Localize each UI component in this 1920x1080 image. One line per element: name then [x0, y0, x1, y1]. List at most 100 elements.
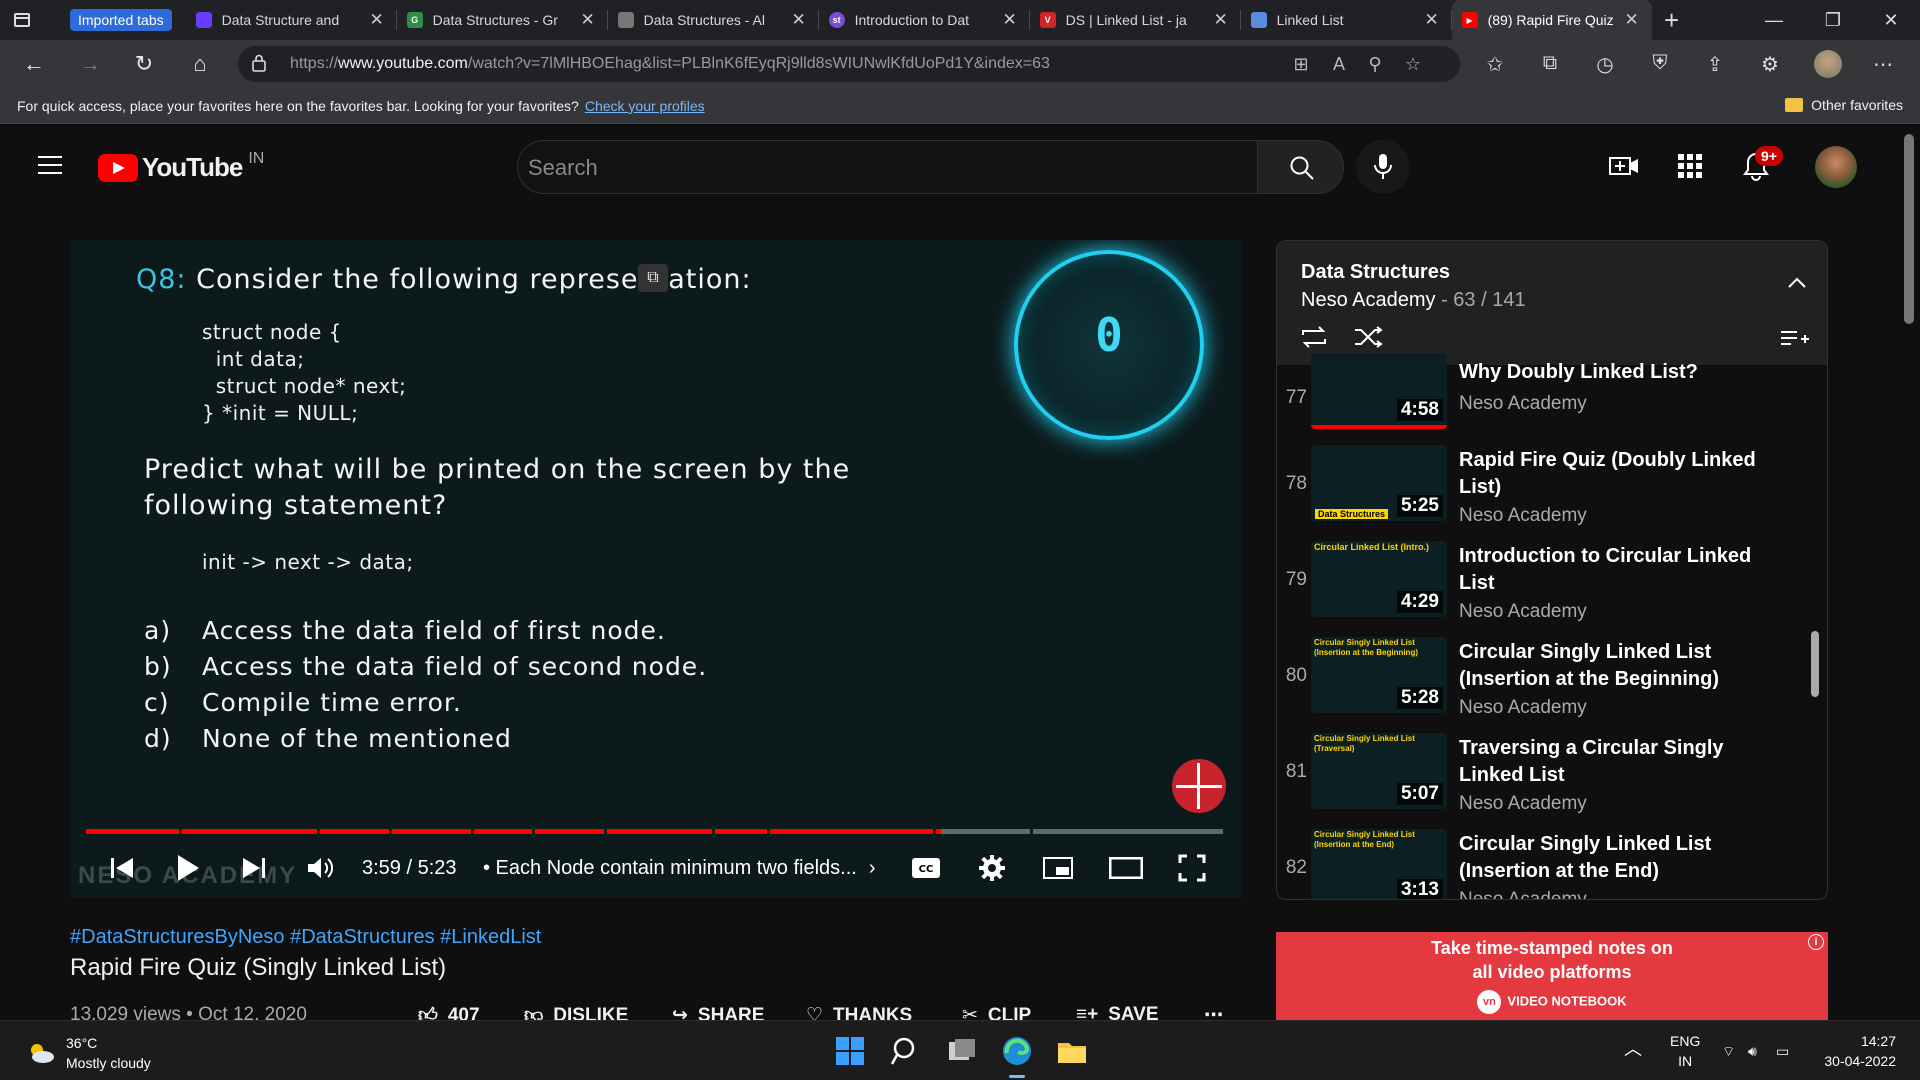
close-tab-icon[interactable]: ✕: [1000, 10, 1020, 30]
page-scrollbar[interactable]: [1904, 134, 1914, 324]
tab-actions-icon[interactable]: [0, 0, 44, 40]
progress-chapter-segment[interactable]: [607, 829, 712, 834]
playlist-item[interactable]: 82 Circular Singly Linked List (Insertio…: [1277, 829, 1827, 899]
taskbar-search-icon[interactable]: [890, 1035, 922, 1067]
clock[interactable]: 14:27 30-04-2022: [1818, 1031, 1896, 1071]
url-text[interactable]: https://www.youtube.com/watch?v=7lMlHBOE…: [290, 55, 1050, 73]
close-tab-icon[interactable]: ✕: [367, 10, 387, 30]
progress-chapter-segment[interactable]: [535, 829, 604, 834]
chapter-title[interactable]: • Each Node contain minimum two fields..…: [483, 852, 876, 884]
tab-group-label[interactable]: Imported tabs: [70, 9, 172, 31]
home-button[interactable]: ⌂: [184, 48, 216, 80]
close-tab-icon[interactable]: ✕: [1211, 10, 1231, 30]
search-input[interactable]: [518, 141, 1257, 195]
close-tab-icon[interactable]: ✕: [578, 10, 598, 30]
ad-banner[interactable]: Take time-stamped notes on all video pla…: [1276, 932, 1828, 1020]
browser-tab[interactable]: Linked List ✕: [1241, 0, 1452, 40]
ad-info-icon[interactable]: i: [1808, 934, 1824, 950]
save-playlist-icon[interactable]: [1779, 329, 1809, 349]
progress-chapter-segment[interactable]: [392, 829, 471, 834]
progress-chapter-segment[interactable]: [320, 829, 389, 834]
language-indicator[interactable]: ENG IN: [1670, 1031, 1700, 1071]
video-thumbnail[interactable]: 4:58: [1311, 353, 1447, 429]
browser-tab[interactable]: V DS | Linked List - ja ✕: [1030, 0, 1241, 40]
loop-playlist-icon[interactable]: [1299, 325, 1329, 349]
progress-chapter-segment[interactable]: [86, 829, 179, 834]
youtube-logo[interactable]: YouTube IN: [98, 150, 264, 183]
weather-widget[interactable]: 36°C Mostly cloudy: [26, 1033, 151, 1073]
progress-chapter-segment[interactable]: [770, 829, 933, 834]
exit-miniplayer-icon[interactable]: ⧉: [638, 264, 668, 292]
battery-icon[interactable]: ▭: [1776, 1041, 1789, 1061]
maximize-button[interactable]: ❐: [1804, 0, 1862, 40]
browser-tab[interactable]: Data Structures - Al ✕: [608, 0, 819, 40]
close-window-button[interactable]: ✕: [1862, 0, 1920, 40]
settings-button[interactable]: [976, 852, 1008, 884]
file-explorer-icon[interactable]: [1056, 1035, 1088, 1067]
edge-browser-icon[interactable]: [1001, 1035, 1033, 1067]
video-progress-bar[interactable]: [86, 829, 1226, 834]
progress-chapter-segment[interactable]: [1033, 829, 1223, 834]
settings-more-icon[interactable]: ⋯: [1870, 52, 1896, 78]
playlist-item[interactable]: 81 Circular Singly Linked List (Traversa…: [1277, 733, 1827, 829]
captions-button[interactable]: CC: [910, 852, 942, 884]
play-button[interactable]: [172, 852, 204, 884]
minimize-button[interactable]: —: [1745, 0, 1803, 40]
previous-button[interactable]: [106, 852, 138, 884]
video-thumbnail[interactable]: Circular Singly Linked List (Insertion a…: [1311, 637, 1447, 713]
profile-avatar[interactable]: [1814, 50, 1842, 78]
search-button[interactable]: [1257, 140, 1344, 194]
add-favorite-icon[interactable]: ☆: [1402, 54, 1424, 76]
progress-chapter-segment[interactable]: [936, 829, 1030, 834]
collections-icon[interactable]: ⧉: [1537, 52, 1563, 78]
close-tab-icon[interactable]: ✕: [789, 10, 809, 30]
back-button[interactable]: ←: [18, 48, 50, 80]
video-thumbnail[interactable]: Circular Singly Linked List (Insertion a…: [1311, 829, 1447, 899]
browser-tab-active[interactable]: ▶ (89) Rapid Fire Quiz ✕: [1451, 0, 1652, 40]
next-button[interactable]: [238, 852, 270, 884]
zoom-icon[interactable]: ⚲: [1364, 54, 1386, 76]
playlist-scrollbar[interactable]: [1811, 631, 1819, 697]
playlist-item[interactable]: 78 Data Structures 5:25 Rapid Fire Quiz …: [1277, 445, 1827, 541]
windows-start-icon[interactable]: [834, 1035, 866, 1067]
forward-button[interactable]: →: [74, 48, 106, 80]
menu-icon[interactable]: [38, 156, 62, 174]
close-tab-icon[interactable]: ✕: [1622, 10, 1642, 30]
progress-chapter-segment[interactable]: [182, 829, 317, 834]
apps-grid-icon[interactable]: [1674, 150, 1706, 182]
miniplayer-button[interactable]: [1042, 852, 1074, 884]
theater-mode-button[interactable]: [1108, 852, 1144, 884]
refresh-button[interactable]: ↻: [128, 48, 160, 80]
search-box[interactable]: [517, 140, 1258, 195]
voice-search-button[interactable]: [1356, 140, 1410, 194]
browser-tab[interactable]: G Data Structures - Gr ✕: [397, 0, 608, 40]
video-thumbnail[interactable]: Circular Linked List (Intro.) 4:29: [1311, 541, 1447, 617]
extensions-icon[interactable]: ⚙: [1757, 52, 1783, 78]
check-profiles-link[interactable]: Check your profiles: [585, 98, 705, 114]
wifi-icon[interactable]: ⌔: [1722, 1041, 1735, 1061]
read-aloud-icon[interactable]: A: [1328, 54, 1350, 76]
browser-tab[interactable]: Data Structure and ✕: [186, 0, 397, 40]
close-tab-icon[interactable]: ✕: [1422, 10, 1442, 30]
playlist-title[interactable]: Data Structures: [1301, 261, 1450, 284]
progress-chapter-segment[interactable]: [715, 829, 767, 834]
speaker-icon[interactable]: 🔊︎: [1748, 1041, 1757, 1061]
volume-button[interactable]: [304, 852, 336, 884]
favorites-icon[interactable]: ✩: [1482, 52, 1508, 78]
video-thumbnail[interactable]: Circular Singly Linked List (Traversal) …: [1311, 733, 1447, 809]
user-avatar[interactable]: [1815, 146, 1857, 188]
shuffle-icon[interactable]: [1353, 325, 1383, 349]
video-player[interactable]: Q8: Consider the following representatio…: [70, 240, 1242, 898]
history-icon[interactable]: ◷: [1592, 52, 1618, 78]
playlist-item[interactable]: 80 Circular Singly Linked List (Insertio…: [1277, 637, 1827, 733]
browser-essentials-icon[interactable]: ⛨: [1647, 52, 1673, 78]
video-thumbnail[interactable]: Data Structures 5:25: [1311, 445, 1447, 521]
collapse-chevron-up-icon[interactable]: [1787, 277, 1807, 289]
task-view-icon[interactable]: [946, 1035, 978, 1067]
playlist-channel[interactable]: Neso Academy: [1301, 289, 1436, 311]
browser-tab[interactable]: st Introduction to Dat ✕: [819, 0, 1030, 40]
fullscreen-button[interactable]: [1176, 852, 1208, 884]
app-available-icon[interactable]: ⊞: [1290, 54, 1312, 76]
progress-chapter-segment[interactable]: [474, 829, 532, 834]
show-hidden-icons-chevron-icon[interactable]: ︿: [1624, 1039, 1642, 1059]
